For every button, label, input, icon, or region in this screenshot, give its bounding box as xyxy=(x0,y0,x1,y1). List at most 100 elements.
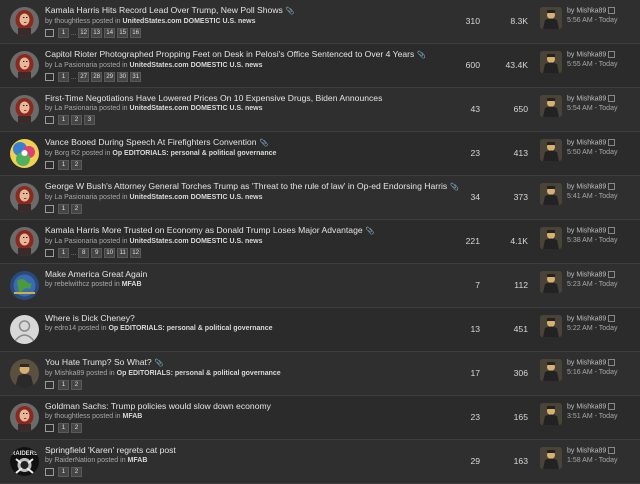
author-link[interactable]: thoughtless xyxy=(54,18,90,25)
author-link[interactable]: Borg R2 xyxy=(54,150,80,157)
page-link[interactable]: 28 xyxy=(91,72,103,82)
last-poster-avatar[interactable] xyxy=(540,183,562,205)
author-avatar[interactable] xyxy=(10,359,39,388)
go-to-post-icon[interactable] xyxy=(608,51,616,58)
last-poster-link[interactable]: Mishka89 xyxy=(576,447,606,454)
thread-title[interactable]: Kamala Harris More Trusted on Economy as… xyxy=(45,225,363,235)
last-poster-link[interactable]: Mishka89 xyxy=(576,139,606,146)
author-link[interactable]: Mishka89 xyxy=(54,370,84,377)
last-poster-link[interactable]: Mishka89 xyxy=(576,227,606,234)
author-link[interactable]: La Pasionaria xyxy=(54,238,97,245)
page-link[interactable]: 1 xyxy=(58,28,69,38)
last-poster-avatar[interactable] xyxy=(540,403,562,425)
page-link[interactable]: 2 xyxy=(71,423,82,433)
last-poster-avatar[interactable] xyxy=(540,139,562,161)
thread-title[interactable]: First-Time Negotiations Have Lowered Pri… xyxy=(45,93,382,103)
thread-row[interactable]: Vance Booed During Speech At Firefighter… xyxy=(0,132,640,176)
page-link[interactable]: 11 xyxy=(117,248,129,258)
thread-row[interactable]: Make America Great Again by rebelwithcz … xyxy=(0,264,640,308)
last-poster-avatar[interactable] xyxy=(540,7,562,29)
author-avatar[interactable] xyxy=(10,227,39,256)
author-avatar[interactable]: RAIDERS xyxy=(10,447,39,476)
page-link[interactable]: 16 xyxy=(130,28,142,38)
last-poster-link[interactable]: Mishka89 xyxy=(576,183,606,190)
author-link[interactable]: thoughtless xyxy=(54,413,90,420)
page-link[interactable]: 1 xyxy=(58,72,69,82)
go-to-post-icon[interactable] xyxy=(608,139,616,146)
page-link[interactable]: 1 xyxy=(58,248,69,258)
forum-link[interactable]: UnitedStates.com DOMESTIC U.S. news xyxy=(130,62,263,69)
forum-link[interactable]: UnitedStates.com DOMESTIC U.S. news xyxy=(130,105,263,112)
go-to-post-icon[interactable] xyxy=(608,227,616,234)
thread-row[interactable]: RAIDERS Springfield 'Karen' regrets cat … xyxy=(0,440,640,484)
page-link[interactable]: 27 xyxy=(78,72,90,82)
last-poster-link[interactable]: Mishka89 xyxy=(576,7,606,14)
author-avatar[interactable] xyxy=(10,183,39,212)
thread-row[interactable]: Kamala Harris More Trusted on Economy as… xyxy=(0,220,640,264)
thread-row[interactable]: Kamala Harris Hits Record Lead Over Trum… xyxy=(0,0,640,44)
page-link[interactable]: 2 xyxy=(71,160,82,170)
page-link[interactable]: 12 xyxy=(78,28,90,38)
go-to-post-icon[interactable] xyxy=(608,7,616,14)
thread-title[interactable]: Capitol Rioter Photographed Propping Fee… xyxy=(45,49,414,59)
forum-link[interactable]: MFAB xyxy=(128,457,148,464)
go-to-post-icon[interactable] xyxy=(608,315,616,322)
page-link[interactable]: 1 xyxy=(58,115,69,125)
page-link[interactable]: 15 xyxy=(117,28,129,38)
author-link[interactable]: La Pasionaria xyxy=(54,194,97,201)
forum-link[interactable]: Op EDITORIALS: personal & political gove… xyxy=(117,370,281,377)
thread-row[interactable]: You Hate Trump? So What? 📎 by Mishka89 po… xyxy=(0,352,640,396)
go-to-post-icon[interactable] xyxy=(608,183,616,190)
last-poster-avatar[interactable] xyxy=(540,227,562,249)
page-link[interactable]: 14 xyxy=(104,28,116,38)
thread-row[interactable]: Capitol Rioter Photographed Propping Fee… xyxy=(0,44,640,88)
thread-row[interactable]: George W Bush's Attorney General Torches… xyxy=(0,176,640,220)
page-link[interactable]: 12 xyxy=(130,248,142,258)
thread-title[interactable]: You Hate Trump? So What? xyxy=(45,357,152,367)
last-poster-link[interactable]: Mishka89 xyxy=(576,359,606,366)
last-poster-avatar[interactable] xyxy=(540,359,562,381)
forum-link[interactable]: UnitedStates.com DOMESTIC U.S. news xyxy=(123,18,256,25)
author-avatar[interactable] xyxy=(10,315,39,344)
page-link[interactable]: 2 xyxy=(71,380,82,390)
page-link[interactable]: 3 xyxy=(84,115,95,125)
last-poster-avatar[interactable] xyxy=(540,315,562,337)
forum-link[interactable]: Op EDITORIALS: personal & political gove… xyxy=(108,325,272,332)
author-avatar[interactable] xyxy=(10,139,39,168)
forum-link[interactable]: Op EDITORIALS: personal & political gove… xyxy=(112,150,276,157)
page-link[interactable]: 29 xyxy=(104,72,116,82)
thread-title[interactable]: Springfield 'Karen' regrets cat post xyxy=(45,445,176,455)
thread-title[interactable]: Where is Dick Cheney? xyxy=(45,313,135,323)
go-to-post-icon[interactable] xyxy=(608,271,616,278)
page-link[interactable]: 8 xyxy=(78,248,90,258)
page-link[interactable]: 2 xyxy=(71,115,82,125)
last-poster-link[interactable]: Mishka89 xyxy=(576,95,606,102)
page-link[interactable]: 1 xyxy=(58,380,69,390)
thread-title[interactable]: George W Bush's Attorney General Torches… xyxy=(45,181,447,191)
last-poster-avatar[interactable] xyxy=(540,51,562,73)
author-avatar[interactable] xyxy=(10,51,39,80)
author-avatar[interactable] xyxy=(10,403,39,432)
thread-row[interactable]: First-Time Negotiations Have Lowered Pri… xyxy=(0,88,640,132)
forum-link[interactable]: UnitedStates.com DOMESTIC U.S. news xyxy=(130,238,263,245)
last-poster-avatar[interactable] xyxy=(540,271,562,293)
page-link[interactable]: 30 xyxy=(117,72,129,82)
page-link[interactable]: 2 xyxy=(71,204,82,214)
thread-title[interactable]: Kamala Harris Hits Record Lead Over Trum… xyxy=(45,5,283,15)
last-poster-link[interactable]: Mishka89 xyxy=(576,51,606,58)
last-poster-link[interactable]: Mishka89 xyxy=(576,315,606,322)
author-avatar[interactable] xyxy=(10,95,39,124)
author-avatar[interactable] xyxy=(10,271,39,300)
author-link[interactable]: RaiderNation xyxy=(54,457,95,464)
thread-row[interactable]: Where is Dick Cheney? by edro14 posted i… xyxy=(0,308,640,352)
last-poster-avatar[interactable] xyxy=(540,447,562,469)
last-poster-avatar[interactable] xyxy=(540,95,562,117)
page-link[interactable]: 1 xyxy=(58,160,69,170)
page-link[interactable]: 1 xyxy=(58,204,69,214)
forum-link[interactable]: MFAB xyxy=(122,281,142,288)
thread-title[interactable]: Make America Great Again xyxy=(45,269,147,279)
page-link[interactable]: 31 xyxy=(130,72,142,82)
page-link[interactable]: 10 xyxy=(104,248,116,258)
go-to-post-icon[interactable] xyxy=(608,95,616,102)
thread-title[interactable]: Vance Booed During Speech At Firefighter… xyxy=(45,137,256,147)
